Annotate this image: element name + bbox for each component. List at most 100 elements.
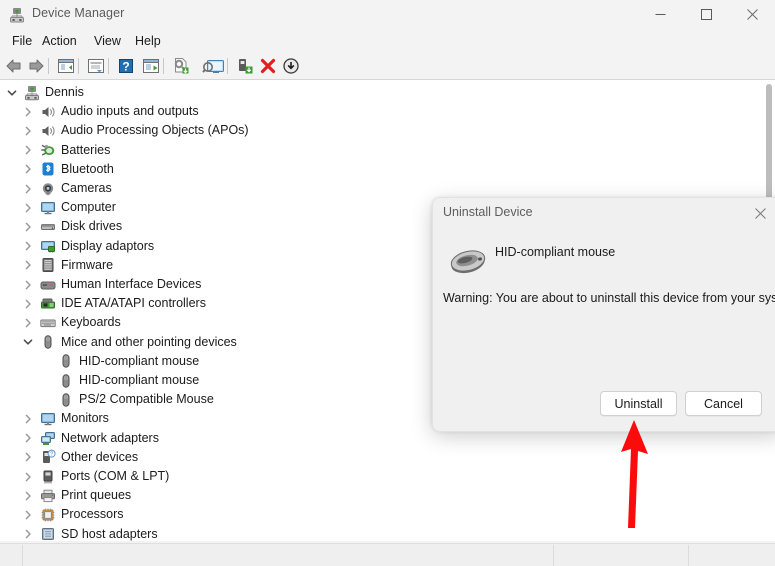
window-title: Device Manager — [32, 6, 125, 20]
tree-item-batteries[interactable]: Batteries — [0, 141, 760, 160]
tree-item-label: Audio Processing Objects (APOs) — [61, 123, 249, 138]
status-divider — [688, 545, 689, 566]
status-divider — [22, 545, 23, 566]
tree-item-label: Batteries — [61, 142, 111, 157]
camera-icon — [40, 179, 56, 198]
forward-icon[interactable] — [26, 56, 46, 76]
chevron-right-icon[interactable] — [21, 237, 35, 256]
dialog-title: Uninstall Device — [443, 205, 533, 219]
tree-item-label: Other devices — [61, 449, 139, 464]
chevron-right-icon[interactable] — [21, 409, 35, 428]
uninstall-button[interactable]: Uninstall — [600, 391, 677, 416]
tree-item-label: Display adaptors — [61, 238, 155, 253]
network-adapter-icon — [40, 429, 56, 448]
tree-item-label: HID-compliant mouse — [79, 353, 200, 368]
battery-icon — [40, 141, 56, 160]
hid-icon — [40, 275, 56, 294]
title-bar: Device Manager — [0, 0, 775, 29]
toolbar-separator — [163, 58, 164, 74]
chevron-right-icon[interactable] — [21, 448, 35, 467]
help-icon[interactable]: ? — [116, 56, 136, 76]
other-device-icon: ? — [40, 448, 56, 467]
chevron-right-icon[interactable] — [21, 467, 35, 486]
show-hide-tree-icon[interactable] — [56, 56, 76, 76]
dialog-close-icon[interactable] — [743, 200, 775, 226]
tree-item-audio-processing-objects-apos[interactable]: Audio Processing Objects (APOs) — [0, 121, 760, 140]
dialog-warning-text: Warning: You are about to uninstall this… — [443, 291, 775, 305]
update-driver-icon[interactable] — [171, 56, 191, 76]
red-arrow-annotation — [604, 420, 664, 532]
chevron-right-icon[interactable] — [21, 141, 35, 160]
chevron-right-icon[interactable] — [21, 217, 35, 236]
toolbar-separator — [78, 58, 79, 74]
chevron-right-icon[interactable] — [21, 505, 35, 524]
chevron-right-icon[interactable] — [21, 525, 35, 541]
display-adapter-icon — [40, 237, 56, 256]
tree-item-cameras[interactable]: Cameras — [0, 179, 760, 198]
tree-item-bluetooth[interactable]: Bluetooth — [0, 160, 760, 179]
tree-item-label: PS/2 Compatible Mouse — [79, 392, 214, 407]
tree-item-label: Processors — [61, 507, 124, 522]
chevron-right-icon[interactable] — [21, 275, 35, 294]
tree-item-label: Disk drives — [61, 219, 123, 234]
chevron-right-icon[interactable] — [21, 102, 35, 121]
processor-icon — [40, 505, 56, 524]
uninstall-device-icon[interactable] — [258, 56, 278, 76]
chevron-right-icon[interactable] — [21, 160, 35, 179]
dialog-device-name: HID-compliant mouse — [495, 245, 616, 259]
mouse-icon — [58, 371, 74, 390]
tree-item-label: Ports (COM & LPT) — [61, 469, 170, 483]
toolbar: ? — [0, 53, 775, 80]
chevron-right-icon[interactable] — [21, 198, 35, 217]
tree-item-label: Monitors — [61, 411, 109, 426]
minimize-button[interactable] — [638, 0, 683, 29]
tree-item-label: Human Interface Devices — [61, 277, 202, 291]
display-devices-icon[interactable] — [202, 56, 226, 76]
menu-help[interactable]: Help — [129, 32, 167, 50]
chevron-right-icon[interactable] — [21, 429, 35, 448]
chevron-right-icon[interactable] — [21, 486, 35, 505]
cancel-button[interactable]: Cancel — [685, 391, 762, 416]
menu-action[interactable]: Action — [36, 32, 83, 50]
bluetooth-icon — [40, 160, 56, 179]
tree-item-label: Firmware — [61, 257, 114, 272]
menu-view[interactable]: View — [88, 32, 127, 50]
disable-device-icon[interactable] — [281, 56, 301, 76]
chevron-down-icon[interactable] — [5, 83, 19, 102]
device-manager-icon — [9, 7, 25, 23]
speaker-icon — [40, 121, 56, 140]
maximize-button[interactable] — [684, 0, 729, 29]
svg-text:?: ? — [122, 60, 129, 74]
status-bar — [0, 543, 775, 566]
tree-item-label: Keyboards — [61, 315, 121, 330]
tree-item-label: HID-compliant mouse — [79, 373, 200, 387]
uninstall-device-dialog: Uninstall Device HID-compliant mouse War… — [432, 197, 775, 432]
chevron-right-icon[interactable] — [21, 256, 35, 275]
mouse-icon — [58, 352, 74, 371]
back-icon[interactable] — [4, 56, 24, 76]
toolbar-separator — [227, 58, 228, 74]
monitor-icon — [40, 198, 56, 217]
tree-item-label: SD host adapters — [61, 526, 158, 541]
chevron-right-icon[interactable] — [21, 121, 35, 140]
port-icon — [40, 467, 56, 486]
menu-file[interactable]: File — [6, 32, 38, 50]
tree-item-label: Audio inputs and outputs — [61, 104, 199, 119]
ide-controller-icon — [40, 294, 56, 313]
chevron-right-icon[interactable] — [21, 179, 35, 198]
enable-device-icon[interactable] — [235, 56, 255, 76]
chevron-right-icon[interactable] — [21, 313, 35, 332]
speaker-icon — [40, 102, 56, 121]
tree-item-label: Bluetooth — [61, 161, 114, 176]
printer-icon — [40, 486, 56, 505]
scan-hardware-icon[interactable] — [141, 56, 161, 76]
close-button[interactable] — [730, 0, 775, 29]
chevron-right-icon[interactable] — [21, 294, 35, 313]
svg-text:?: ? — [50, 452, 53, 458]
properties-icon[interactable] — [86, 56, 106, 76]
tree-item-audio-inputs-and-outputs[interactable]: Audio inputs and outputs — [0, 102, 760, 121]
tree-item-dennis[interactable]: Dennis — [0, 83, 760, 102]
tree-item-label: Dennis — [45, 85, 84, 99]
chevron-down-icon[interactable] — [21, 333, 35, 352]
tree-item-label: Computer — [61, 200, 116, 215]
